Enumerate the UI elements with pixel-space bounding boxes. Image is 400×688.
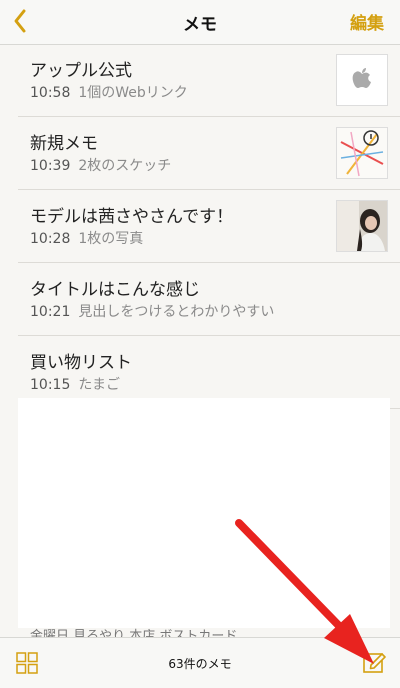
note-time: 10:15: [30, 377, 71, 393]
note-preview: たまご: [78, 377, 120, 393]
note-preview: 見出しをつけるとわかりやすい: [78, 304, 275, 320]
note-meta: 10:28 1枚の写真: [30, 228, 143, 248]
list-item[interactable]: 新規メモ 10:39 2枚のスケッチ: [18, 117, 400, 190]
note-meta: 10:15 たまご: [30, 374, 120, 394]
list-item[interactable]: アップル公式 10:58 1個のWebリンク: [18, 44, 400, 117]
note-time: 10:21: [30, 304, 71, 320]
note-title: モデルは茜さやさんです！: [30, 207, 234, 227]
notes-list: アップル公式 10:58 1個のWebリンク 新規メモ 10:39 2枚のスケッチ: [0, 44, 400, 409]
apple-logo-icon: [336, 54, 388, 106]
note-title: 買い物リスト: [30, 353, 132, 373]
navigation-bar: メモ 編集: [0, 0, 400, 45]
note-meta: 10:58 1個のWebリンク: [30, 82, 188, 102]
list-item[interactable]: モデルは茜さやさんです！ 10:28 1枚の写真: [18, 190, 400, 263]
note-title: タイトルはこんな感じ: [30, 280, 200, 300]
bottom-toolbar: 63件のメモ: [0, 637, 400, 688]
note-title: 新規メモ: [30, 134, 98, 154]
note-time: 10:39: [30, 158, 71, 174]
note-count: 63件のメモ: [168, 657, 232, 671]
photo-thumbnail: [336, 200, 388, 252]
note-preview: 1個のWebリンク: [78, 85, 188, 101]
note-time: 10:58: [30, 85, 71, 101]
note-time: 10:28: [30, 231, 71, 247]
page-title: メモ: [183, 15, 217, 35]
note-meta: 10:39 2枚のスケッチ: [30, 155, 171, 175]
partially-hidden-text: 金曜日 見るやり 本店 ボストカード: [30, 629, 238, 637]
note-preview: 2枚のスケッチ: [78, 158, 172, 174]
note-meta: 10:21 見出しをつけるとわかりやすい: [30, 301, 274, 321]
sketch-thumbnail: [336, 127, 388, 179]
compose-icon[interactable]: [362, 650, 386, 674]
note-title: アップル公式: [30, 61, 132, 81]
list-item[interactable]: タイトルはこんな感じ 10:21 見出しをつけるとわかりやすい: [18, 263, 400, 336]
note-preview: 1枚の写真: [78, 231, 144, 247]
edit-button[interactable]: 編集: [350, 9, 384, 34]
note-preview-area: [18, 398, 390, 628]
